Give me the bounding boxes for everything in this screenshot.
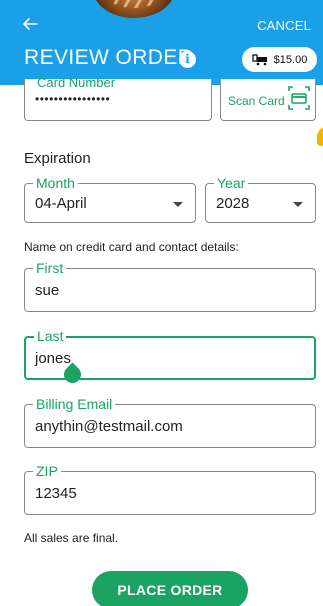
- first-name-label: First: [33, 260, 67, 276]
- card-number-value[interactable]: ••••••••••••••••: [35, 92, 110, 106]
- chevron-down-icon: [173, 202, 183, 207]
- page-title: REVIEW ORDER: [24, 46, 194, 69]
- card-number-label: Card Number: [37, 75, 116, 90]
- year-value: 2028: [216, 195, 250, 212]
- card-number-field[interactable]: Card Number ••••••••••••••••: [24, 75, 212, 121]
- contact-details-label: Name on credit card and contact details:: [24, 240, 239, 254]
- back-arrow-icon[interactable]: [20, 14, 40, 34]
- info-icon[interactable]: i: [179, 51, 196, 68]
- cart-total-button[interactable]: $15.00: [242, 47, 317, 72]
- scan-card-label: Scan Card: [228, 94, 285, 108]
- year-label: Year: [214, 175, 249, 191]
- food-image: [93, 0, 175, 18]
- expiration-label: Expiration: [24, 150, 91, 167]
- cart-total: $15.00: [273, 53, 308, 66]
- month-select[interactable]: Month 04-April: [24, 175, 196, 223]
- last-name-label: Last: [34, 328, 67, 344]
- cart-icon: [252, 53, 267, 65]
- chevron-down-icon: [293, 202, 303, 207]
- zip-value[interactable]: 12345: [35, 485, 77, 502]
- place-order-button[interactable]: PLACE ORDER: [92, 571, 248, 606]
- sales-final-note: All sales are final.: [24, 531, 119, 545]
- billing-email-label: Billing Email: [33, 396, 116, 412]
- zip-label: ZIP: [33, 463, 61, 479]
- app-header: CANCEL REVIEW ORDER i $15.00: [0, 0, 323, 85]
- first-name-value[interactable]: sue: [35, 282, 59, 299]
- last-name-value[interactable]: jones: [35, 350, 71, 367]
- zip-field[interactable]: ZIP 12345: [24, 463, 316, 515]
- side-tab[interactable]: [317, 126, 323, 148]
- billing-email-value[interactable]: anythin@testmail.com: [35, 418, 183, 435]
- month-label: Month: [33, 175, 78, 191]
- first-name-field[interactable]: First sue: [24, 260, 316, 312]
- year-select[interactable]: Year 2028: [205, 175, 316, 223]
- billing-email-field[interactable]: Billing Email anythin@testmail.com: [24, 396, 316, 448]
- month-value: 04-April: [35, 195, 87, 212]
- scan-card-button[interactable]: Scan Card: [220, 79, 316, 121]
- cancel-button[interactable]: CANCEL: [257, 18, 311, 33]
- scan-card-icon: [288, 86, 310, 110]
